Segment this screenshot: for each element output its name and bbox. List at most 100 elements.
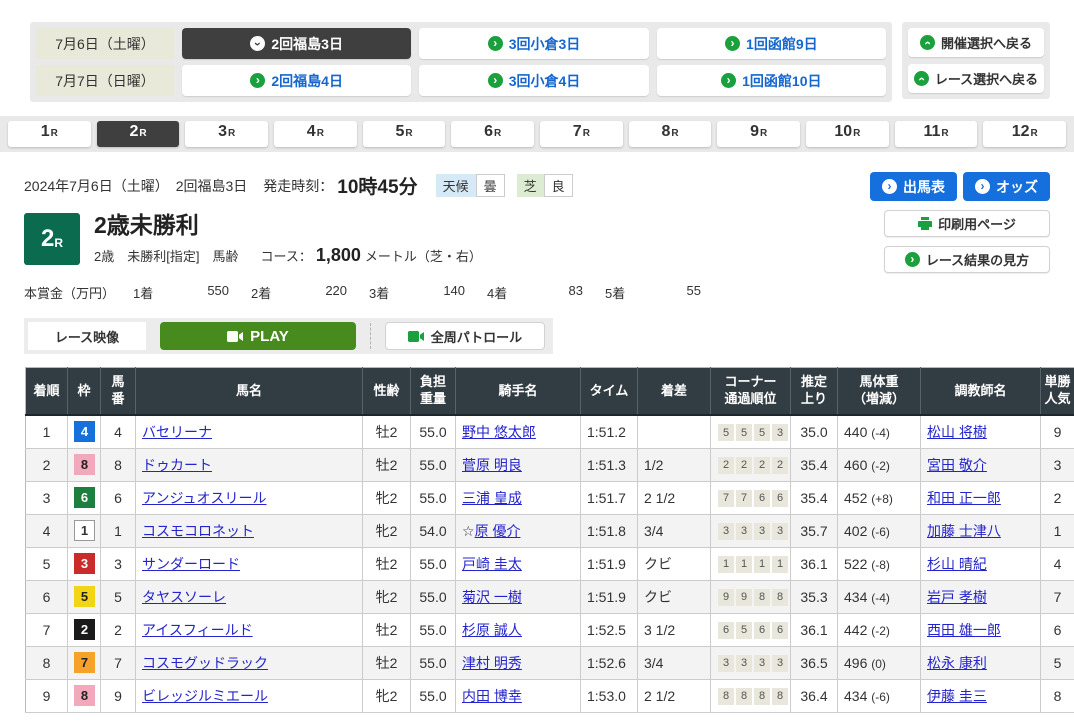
last-3f-time: 35.4 <box>791 448 838 481</box>
horse-name-link[interactable]: ドゥカート <box>142 457 212 473</box>
corner-position-chip: 7 <box>718 490 734 507</box>
race-tab-12r[interactable]: 12R <box>983 121 1066 147</box>
horse-weight-diff: (-6) <box>871 525 890 539</box>
meeting-button[interactable]: ›2回福島3日 <box>182 28 411 59</box>
finish-time: 1:52.5 <box>581 613 638 646</box>
prize-amount: 55 <box>649 283 701 302</box>
trainer-link[interactable]: 宮田 敬介 <box>927 457 987 473</box>
meeting-button[interactable]: ›1回函館10日 <box>657 65 886 96</box>
back-to-meeting-select-button[interactable]: ›開催選択へ戻る <box>908 28 1044 57</box>
sex-age: 牝2 <box>363 514 411 547</box>
race-tab-4r[interactable]: 4R <box>274 121 357 147</box>
jockey-link[interactable]: 内田 博幸 <box>462 688 522 704</box>
back-to-race-select-button[interactable]: ›レース選択へ戻る <box>908 64 1044 93</box>
frame-color-chip: 8 <box>74 454 95 475</box>
column-header: 枠 <box>68 368 101 415</box>
trainer-link[interactable]: 西田 雄一郎 <box>927 622 1001 638</box>
patrol-video-button[interactable]: 全周パトロール <box>385 322 545 350</box>
race-tab-2r[interactable]: 2R <box>97 121 180 147</box>
finish-time: 1:51.3 <box>581 448 638 481</box>
race-tab-8r[interactable]: 8R <box>629 121 712 147</box>
horse-name-link[interactable]: サンダーロード <box>142 556 240 572</box>
carried-weight: 55.0 <box>411 448 456 481</box>
column-header: 馬番 <box>101 368 136 415</box>
race-title-block: 2歳未勝利 2歳 未勝利[指定] 馬齢 コース： 1,800 メートル（芝・右） <box>94 213 482 266</box>
meeting-label: 2回福島3日 <box>271 34 343 54</box>
course-label: コース： <box>260 246 311 265</box>
jockey-link[interactable]: 原 優介 <box>475 523 521 539</box>
race-tab-11r[interactable]: 11R <box>895 121 978 147</box>
column-header: 推定上り <box>791 368 838 415</box>
trainer-link[interactable]: 伊藤 圭三 <box>927 688 987 704</box>
jockey: 津村 明秀 <box>456 646 581 679</box>
trainer: 西田 雄一郎 <box>921 613 1041 646</box>
sex-age: 牝2 <box>363 481 411 514</box>
entries-button[interactable]: › 出馬表 <box>870 172 957 201</box>
race-tab-5r[interactable]: 5R <box>363 121 446 147</box>
jockey: 戸崎 圭太 <box>456 547 581 580</box>
trainer-link[interactable]: 松永 康利 <box>927 655 987 671</box>
trainer-link[interactable]: 和田 正一郎 <box>927 490 1001 506</box>
race-tab-9r[interactable]: 9R <box>717 121 800 147</box>
trainer-link[interactable]: 岩戸 孝樹 <box>927 589 987 605</box>
chevron-right-icon: › <box>905 252 920 267</box>
race-tab-3r[interactable]: 3R <box>185 121 268 147</box>
race-tab-10r[interactable]: 10R <box>806 121 889 147</box>
jockey-link[interactable]: 戸崎 圭太 <box>462 556 522 572</box>
win-popularity: 7 <box>1041 580 1074 613</box>
finish-position: 1 <box>26 415 68 448</box>
horse-weight: 442 (-2) <box>838 613 921 646</box>
trainer-link[interactable]: 加藤 士津八 <box>927 523 1001 539</box>
horse-name-link[interactable]: バセリーナ <box>142 424 212 440</box>
corner-position-chip: 7 <box>736 490 752 507</box>
column-header: 着順 <box>26 368 68 415</box>
jockey-link[interactable]: 菅原 明良 <box>462 457 522 473</box>
corner-position-chip: 8 <box>754 688 770 705</box>
corner-position-chip: 6 <box>754 622 770 639</box>
jockey-link[interactable]: 津村 明秀 <box>462 655 522 671</box>
margin: 2 1/2 <box>638 481 711 514</box>
jockey-link[interactable]: 野中 悠太郎 <box>462 424 536 440</box>
race-tab-6r[interactable]: 6R <box>451 121 534 147</box>
race-tab-1r[interactable]: 1R <box>8 121 91 147</box>
frame-color-chip: 8 <box>74 685 95 706</box>
horse-name-link[interactable]: コスモグッドラック <box>142 655 268 671</box>
day-row-sunday: 7月7日（日曜）›2回福島4日›3回小倉4日›1回函館10日 <box>36 65 886 96</box>
odds-button[interactable]: › オッズ <box>963 172 1050 201</box>
horse-name-link[interactable]: アンジュオスリール <box>142 490 266 506</box>
horse-name-link[interactable]: コスモコロネット <box>142 523 254 539</box>
jockey-link[interactable]: 杉原 誠人 <box>462 622 522 638</box>
meeting-button[interactable]: ›3回小倉3日 <box>419 28 648 59</box>
corner-position-chip: 1 <box>772 556 788 573</box>
horse-name-link[interactable]: ビレッジルミエール <box>142 688 268 704</box>
horse-name-link[interactable]: アイスフィールド <box>142 622 253 638</box>
race-tab-number: 4 <box>307 123 316 141</box>
meeting-button[interactable]: ›2回福島4日 <box>182 65 411 96</box>
print-page-button[interactable]: 印刷用ページ <box>884 210 1050 237</box>
meeting-button[interactable]: ›3回小倉4日 <box>419 65 648 96</box>
race-tab-7r[interactable]: 7R <box>540 121 623 147</box>
results-guide-button[interactable]: › レース結果の見方 <box>884 246 1050 273</box>
race-tab-suffix: R <box>51 128 58 139</box>
patrol-video-label: 全周パトロール <box>431 327 522 346</box>
race-tab-number: 10 <box>834 123 852 141</box>
prize-money-label: 本賞金（万円） <box>24 283 115 302</box>
margin: 3/4 <box>638 514 711 547</box>
meeting-label: 2回福島4日 <box>271 71 343 91</box>
corner-position-chip: 3 <box>754 655 770 672</box>
horse-weight-diff: (-4) <box>871 426 890 440</box>
jockey-link[interactable]: 菊沢 一樹 <box>462 589 522 605</box>
frame-color-chip: 1 <box>74 520 95 541</box>
play-button[interactable]: PLAY <box>160 322 356 350</box>
result-row: 722アイスフィールド牡255.0杉原 誠人1:52.53 1/2656636.… <box>26 613 1074 646</box>
prize-money-line: 本賞金（万円） 1着5502着2203着1404着835着55 <box>24 283 723 302</box>
trainer-link[interactable]: 松山 将樹 <box>927 424 987 440</box>
finish-position: 3 <box>26 481 68 514</box>
trainer: 松山 将樹 <box>921 415 1041 448</box>
meeting-button[interactable]: ›1回函館9日 <box>657 28 886 59</box>
trainer-link[interactable]: 杉山 晴紀 <box>927 556 987 572</box>
horse-name-link[interactable]: タヤスソーレ <box>142 589 226 605</box>
last-3f-time: 36.1 <box>791 613 838 646</box>
column-header: 負担重量 <box>411 368 456 415</box>
jockey-link[interactable]: 三浦 皇成 <box>462 490 522 506</box>
